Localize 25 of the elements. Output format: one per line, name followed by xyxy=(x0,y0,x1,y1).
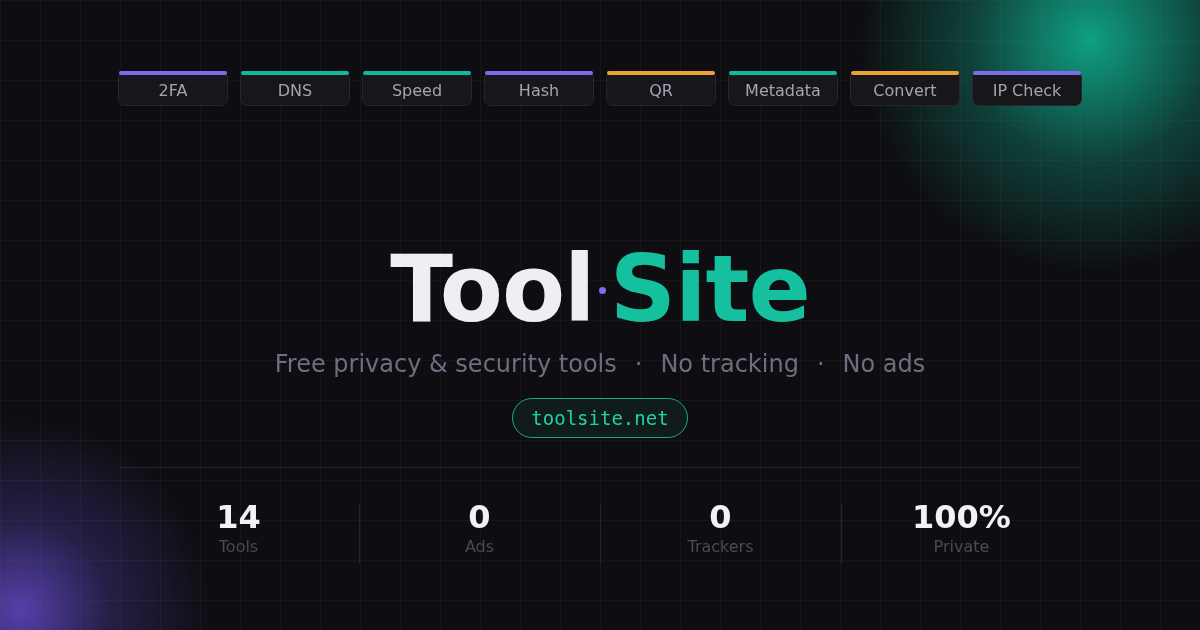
tag-label: 2FA xyxy=(158,80,188,100)
stat-label: Private xyxy=(933,537,990,557)
tagline-text: · xyxy=(634,350,643,378)
tag-label: IP Check xyxy=(992,80,1062,100)
tagline-text: No ads xyxy=(842,350,926,378)
stat-value: 0 xyxy=(709,500,732,536)
stat-value: 14 xyxy=(216,500,261,536)
tagline-text: No tracking xyxy=(660,350,799,378)
stat-label: Tools xyxy=(218,537,259,557)
tag-label: Metadata xyxy=(745,80,821,100)
tag-label: Hash xyxy=(518,80,560,100)
dot-icon xyxy=(598,286,606,294)
logo-text: Site xyxy=(609,244,810,336)
tagline-text: · xyxy=(816,350,825,378)
stat-label: Trackers xyxy=(687,537,754,557)
stat-value: 100% xyxy=(912,500,1011,536)
tag-label: Speed xyxy=(391,80,443,100)
stat-value: 0 xyxy=(468,500,491,536)
tag-label: Convert xyxy=(873,80,937,100)
url-pill: toolsite.net xyxy=(512,398,688,438)
tag-label: DNS xyxy=(277,80,313,100)
stat-label: Ads xyxy=(464,537,495,557)
tagline-text: Free privacy & security tools xyxy=(274,350,617,378)
tag-label: QR xyxy=(649,80,673,100)
logo-text: Tool xyxy=(390,244,595,336)
